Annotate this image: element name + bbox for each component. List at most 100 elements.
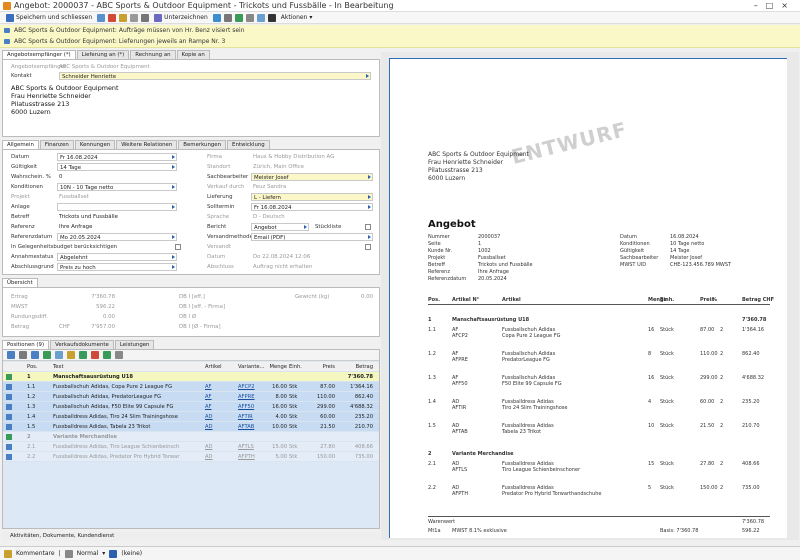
column-header[interactable]: Preis	[305, 362, 335, 372]
item-unit: Stück	[660, 375, 674, 381]
view-icon[interactable]	[267, 13, 276, 22]
table-cell: 408.66	[354, 444, 373, 450]
tab-positions[interactable]: Positionen (9)	[2, 340, 50, 349]
table-row[interactable]: 2.1 Fussballdress Adidas, Tiro League Sch…	[3, 442, 379, 452]
tab-overview[interactable]: Übersicht	[2, 278, 38, 287]
tab-relations[interactable]: Weitere Relationen	[116, 140, 178, 149]
bom-checkbox[interactable]	[365, 224, 371, 230]
row-type-icon	[6, 444, 12, 450]
tab-development[interactable]: Entwicklung	[227, 140, 270, 149]
copy-icon[interactable]	[55, 351, 63, 359]
column-header[interactable]: Pos.	[27, 362, 41, 372]
item-variant: AFTLS	[452, 467, 468, 473]
field-label: Bericht	[207, 224, 227, 230]
recipient-tabs: Angebotsempfänger (*) Lieferung an (*) R…	[2, 50, 380, 59]
overview-value: 596.22	[96, 304, 115, 310]
attach-icon[interactable]	[245, 13, 254, 22]
table-row[interactable]: 1.5 Fussballdress Adidas, Tabela 23 Triko…	[3, 422, 379, 432]
table-row[interactable]: 2.2 Fussballdress Adidas, Predator Pro Hy…	[3, 452, 379, 462]
table-row[interactable]: 2 Variante Merchandise	[3, 432, 379, 442]
comment-button[interactable]: Kommentare	[16, 550, 55, 557]
address-line: Frau Henriette Schneider	[428, 159, 504, 166]
tab-sales-docs[interactable]: Verkaufsdokumente	[50, 340, 114, 349]
column-header[interactable]: Einh.	[289, 362, 303, 372]
column-header[interactable]: Menge	[267, 362, 287, 372]
column-header[interactable]: Artikel N°	[205, 362, 223, 372]
meta-value: 10 Tage netto	[670, 241, 705, 247]
tab-delivery[interactable]: Lieferung an (*)	[76, 50, 130, 59]
item-price: 150.00	[700, 485, 718, 491]
paste-icon[interactable]	[67, 351, 75, 359]
table-row[interactable]: 1.4 Fussballdress Adidas, Tiro 24 Slim Tr…	[3, 412, 379, 422]
overview-panel: Ertrag 7'360.78 DB I [eff.] Gewicht (kg) 0.0…	[2, 287, 380, 337]
field-value[interactable]: L - Liefern	[251, 193, 373, 201]
column-header[interactable]: Betrag	[337, 362, 373, 372]
item-price: 60.00	[700, 399, 715, 405]
vat-code: Mt1a	[428, 528, 441, 534]
table-row[interactable]: 1.2 Fussballschuh Adidas, PredatorLeague …	[3, 392, 379, 402]
table-cell: AFTIR	[238, 414, 253, 420]
window-controls[interactable]: –□×	[754, 0, 796, 12]
item-price: 21.50	[700, 423, 715, 429]
sign-button[interactable]: Unterzeichnen	[152, 13, 210, 22]
tab-identifiers[interactable]: Kennungen	[74, 140, 116, 149]
vat-value: 596.22	[742, 528, 760, 534]
activities-tab[interactable]: Aktivitäten, Dokumente, Kundendienst	[2, 532, 380, 541]
draft-watermark: ENTWURF	[508, 117, 630, 169]
address-line: 6000 Luzern	[11, 108, 51, 116]
group-icon[interactable]	[79, 351, 87, 359]
table-row[interactable]: 1 Manschaftsausrüstung U18 7'360.78	[3, 372, 379, 382]
preview-icon[interactable]	[212, 13, 221, 22]
column-header[interactable]: Variante...	[238, 362, 266, 372]
field-value[interactable]: Angebot	[251, 223, 309, 231]
bom-label: Stückliste	[315, 224, 342, 230]
contact-field[interactable]: Schneider Henriette	[59, 72, 371, 80]
table-row[interactable]: 1.1 Fussballschuh Adidas, Copa Pure 2 Lea…	[3, 382, 379, 392]
table-cell: 16.00	[272, 404, 287, 410]
search-icon[interactable]	[115, 351, 123, 359]
tab-services[interactable]: Leistungen	[114, 340, 155, 349]
column-header[interactable]: Text	[53, 362, 203, 372]
table-row[interactable]: 1.3 Fussballschuh Adidas, F50 Elite 99 Ca…	[3, 402, 379, 412]
delete-icon[interactable]	[91, 351, 99, 359]
meta-label: Projekt	[428, 255, 446, 261]
tab-general[interactable]: Allgemein	[2, 140, 39, 149]
document-heading: Angebot	[428, 219, 476, 230]
tag-icon	[109, 549, 118, 558]
actions-menu[interactable]: Aktionen ▾	[279, 14, 315, 21]
list-icon[interactable]	[43, 351, 51, 359]
table-cell: 1'364.16	[350, 384, 373, 390]
field-value[interactable]: Fr 16.08.2024	[251, 203, 373, 211]
field-value[interactable]: Meister Josef	[251, 173, 373, 181]
tab-copy[interactable]: Kopie an	[176, 50, 210, 59]
dropdown-arrow-icon	[368, 235, 371, 239]
category-select[interactable]: (keine)	[121, 550, 142, 557]
save-close-button[interactable]: Speichern und schliessen	[4, 13, 94, 22]
export-icon[interactable]	[234, 13, 243, 22]
lock-icon[interactable]	[119, 13, 128, 22]
tab-invoice[interactable]: Rechnung an	[130, 50, 176, 59]
new-icon[interactable]	[7, 351, 15, 359]
tab-remarks[interactable]: Bemerkungen	[178, 140, 227, 149]
table-rule	[428, 304, 770, 305]
edit-icon[interactable]	[19, 351, 27, 359]
overview-label: Gewicht (kg)	[295, 294, 330, 300]
print-icon[interactable]	[141, 13, 150, 22]
mail-icon[interactable]	[130, 13, 139, 22]
floppy-icon[interactable]	[97, 13, 106, 22]
tab-finance[interactable]: Finanzen	[39, 140, 74, 149]
delete-icon[interactable]	[108, 13, 117, 22]
sent-checkbox[interactable]	[365, 244, 371, 250]
field-label: Lieferung	[207, 194, 233, 200]
table-cell: 1	[27, 374, 31, 380]
tab-recipient[interactable]: Angebotsempfänger (*)	[2, 50, 76, 59]
item-pct: 2	[720, 351, 724, 357]
print-preview-icon[interactable]	[223, 13, 232, 22]
insert-icon[interactable]	[31, 351, 39, 359]
field-value[interactable]: Email (PDF)	[251, 233, 373, 241]
overview-value: 0.00	[102, 314, 115, 320]
copy-icon[interactable]	[256, 13, 265, 22]
priority-select[interactable]: Normal	[77, 550, 99, 557]
refresh-icon[interactable]	[103, 351, 111, 359]
overview-metric: DB I Ø	[179, 314, 197, 320]
